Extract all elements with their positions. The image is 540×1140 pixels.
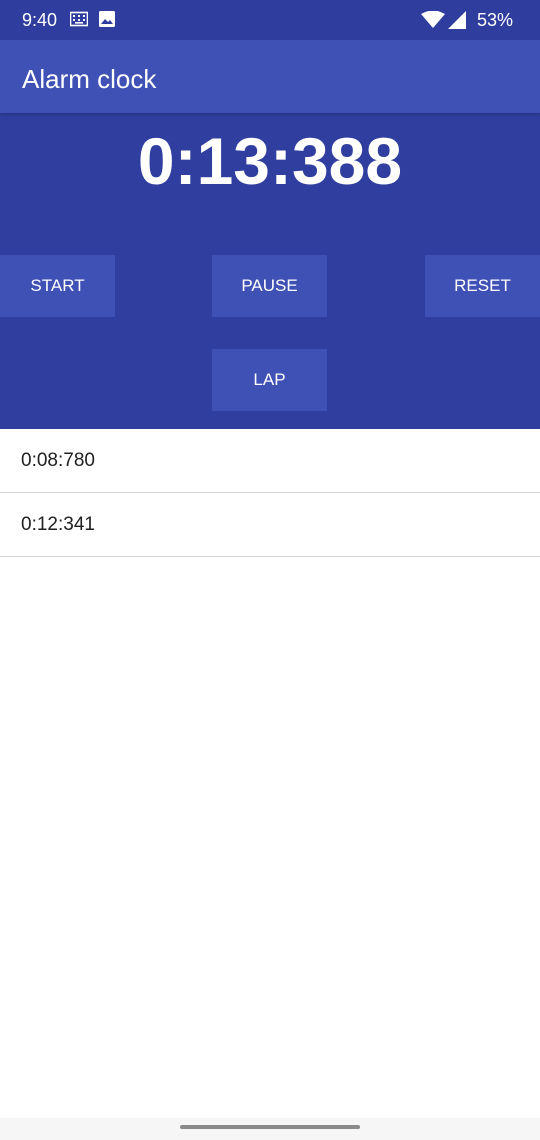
battery-percent: 53% — [477, 10, 514, 30]
timer-panel: 0:13:388 START PAUSE RESET LAP — [0, 113, 540, 429]
image-icon — [99, 11, 117, 27]
navigation-bar — [0, 1118, 540, 1140]
app-title: Alarm clock — [22, 64, 157, 94]
wifi-icon — [421, 10, 445, 29]
lap-item[interactable]: 0:08:780 — [0, 429, 540, 493]
signal-icon — [448, 11, 466, 29]
pause-button[interactable]: PAUSE — [212, 255, 327, 317]
lap-item[interactable]: 0:12:341 — [0, 493, 540, 557]
timer-display: 0:13:388 — [137, 124, 403, 198]
keyboard-icon — [69, 11, 89, 27]
lap-list: 0:08:780 0:12:341 — [0, 429, 540, 557]
lap-button[interactable]: LAP — [212, 349, 327, 411]
start-button[interactable]: START — [0, 255, 115, 317]
screen: 9:40 53% Alarm clock 0:13:388 START PAUS… — [0, 0, 540, 1140]
status-bar: 9:40 53% — [0, 0, 540, 40]
app-bar: Alarm clock — [0, 40, 540, 113]
status-time: 9:40 — [22, 10, 58, 30]
reset-button[interactable]: RESET — [425, 255, 540, 317]
home-gesture-handle[interactable] — [180, 1125, 360, 1129]
